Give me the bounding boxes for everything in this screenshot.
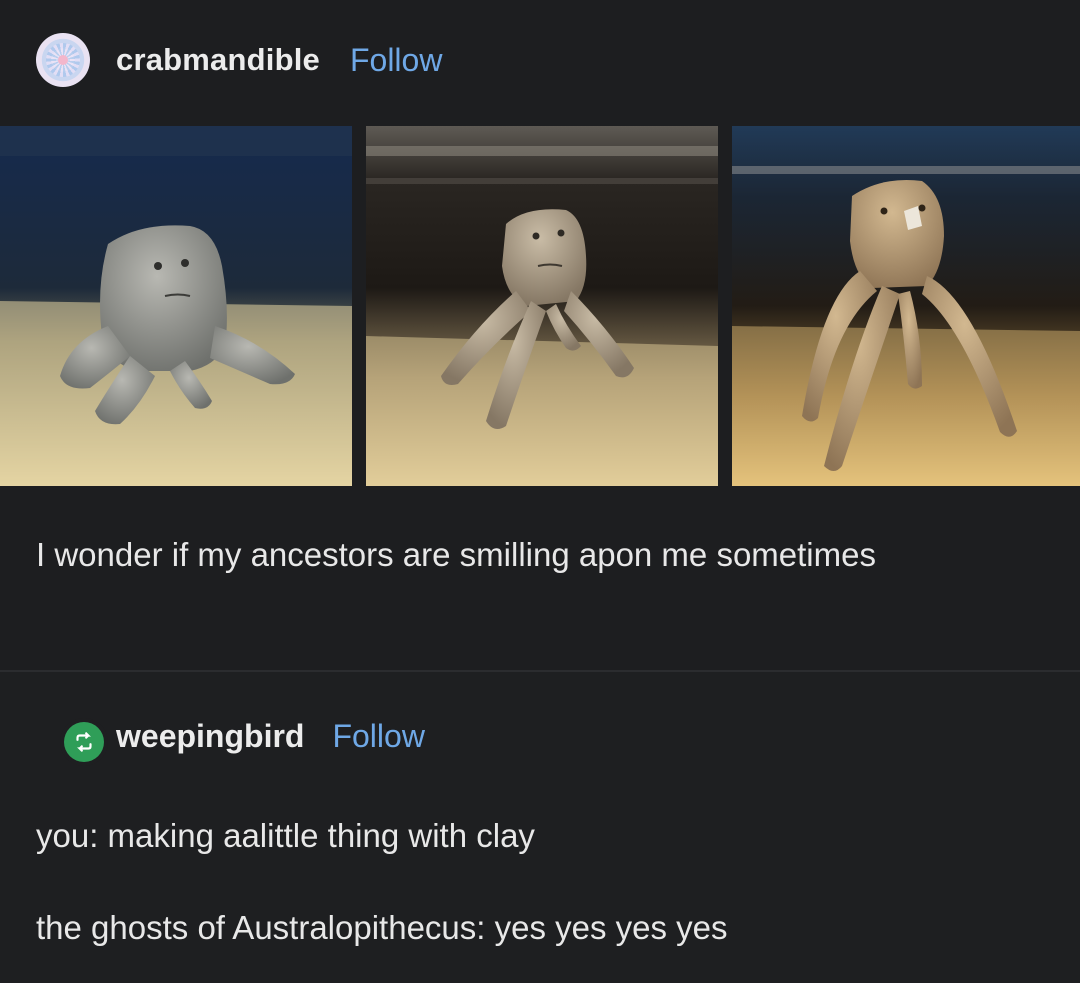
reblog-body: you: making aalittle thing with clay the… (36, 810, 1036, 954)
post-username[interactable]: crabmandible (116, 42, 320, 78)
reblog-icon (64, 722, 104, 762)
photo-set (0, 126, 1080, 486)
flower-avatar-icon[interactable] (36, 33, 90, 87)
photo-clay-short-legs[interactable] (0, 126, 352, 486)
reblog-line: you: making aalittle thing with clay (36, 817, 535, 854)
photo-clay-medium-legs[interactable] (366, 126, 718, 486)
reblog-follow-button[interactable]: Follow (332, 718, 424, 755)
follow-button[interactable]: Follow (350, 42, 442, 79)
post-caption: I wonder if my ancestors are smilling ap… (36, 536, 876, 573)
photo-clay-long-legs[interactable] (732, 126, 1080, 486)
reblog-username[interactable]: weepingbird (116, 718, 304, 755)
reblog-line: the ghosts of Australopithecus: yes yes … (36, 909, 728, 946)
reblog-header: weepingbird Follow (64, 718, 425, 764)
post-header: crabmandible Follow (36, 32, 442, 88)
